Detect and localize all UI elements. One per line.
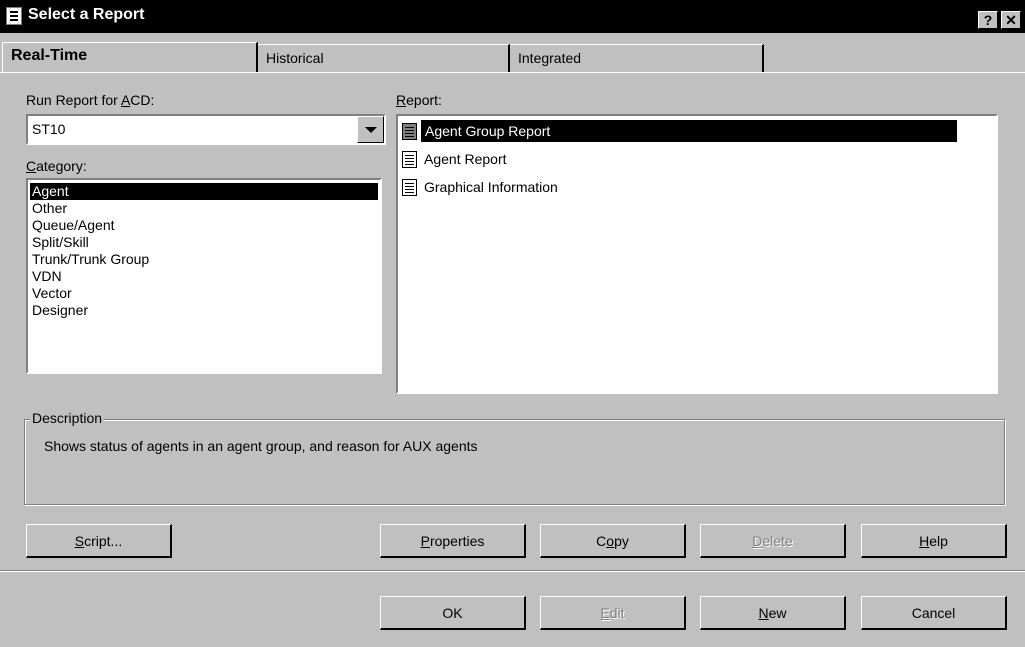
delete-button[interactable]: Delete	[700, 524, 846, 558]
chevron-down-icon[interactable]	[357, 116, 384, 143]
report-document-icon	[402, 179, 417, 196]
tab-divider	[0, 72, 1025, 73]
category-item-split-skill[interactable]: Split/Skill	[30, 234, 378, 251]
tab-integrated[interactable]: Integrated	[510, 44, 764, 72]
category-list[interactable]: Agent Other Queue/Agent Split/Skill Trun…	[26, 178, 382, 374]
description-group	[24, 419, 1005, 505]
category-item-vdn[interactable]: VDN	[30, 268, 378, 285]
category-label: Category:	[26, 158, 87, 174]
cancel-button[interactable]: Cancel	[861, 596, 1007, 630]
ok-button[interactable]: OK	[380, 596, 526, 630]
category-item-trunk-group[interactable]: Trunk/Trunk Group	[30, 251, 378, 268]
acd-select-value: ST10	[32, 121, 66, 137]
help-title-button[interactable]: ?	[978, 11, 998, 29]
tab-historical[interactable]: Historical	[258, 44, 510, 72]
close-title-button[interactable]: ✕	[1001, 11, 1021, 29]
select-report-dialog: Select a Report ? ✕ Real-Time Historical…	[0, 0, 1025, 647]
report-list[interactable]: Agent Group Report Agent Report Graphica…	[396, 114, 998, 394]
description-text: Shows status of agents in an agent group…	[44, 438, 478, 454]
category-item-other[interactable]: Other	[30, 200, 378, 217]
new-button[interactable]: New	[700, 596, 846, 630]
edit-button[interactable]: Edit	[540, 596, 686, 630]
report-document-icon	[6, 7, 22, 25]
separator-highlight	[0, 571, 1025, 572]
help-button[interactable]: Help	[861, 524, 1007, 558]
report-item-agent[interactable]: Agent Report	[402, 148, 702, 170]
script-button[interactable]: Script...	[26, 524, 172, 558]
report-item-agent-group[interactable]: Agent Group Report	[402, 120, 972, 142]
tab-real-time[interactable]: Real-Time	[2, 42, 258, 73]
category-item-queue-agent[interactable]: Queue/Agent	[30, 217, 378, 234]
acd-select[interactable]: ST10	[26, 114, 386, 145]
title-bar: Select a Report ? ✕	[0, 0, 1025, 33]
properties-button[interactable]: Properties	[380, 524, 526, 558]
report-item-graphical-information[interactable]: Graphical Information	[402, 176, 702, 198]
report-document-icon	[402, 123, 417, 140]
description-title: Description	[30, 410, 105, 426]
category-item-vector[interactable]: Vector	[30, 285, 378, 302]
copy-button[interactable]: Copy	[540, 524, 686, 558]
category-item-designer[interactable]: Designer	[30, 302, 378, 319]
report-document-icon	[402, 151, 417, 168]
report-label: Report:	[396, 92, 442, 108]
category-item-agent[interactable]: Agent	[30, 183, 378, 200]
acd-label: Run Report for ACD:	[26, 92, 155, 108]
window-title: Select a Report	[28, 6, 145, 23]
